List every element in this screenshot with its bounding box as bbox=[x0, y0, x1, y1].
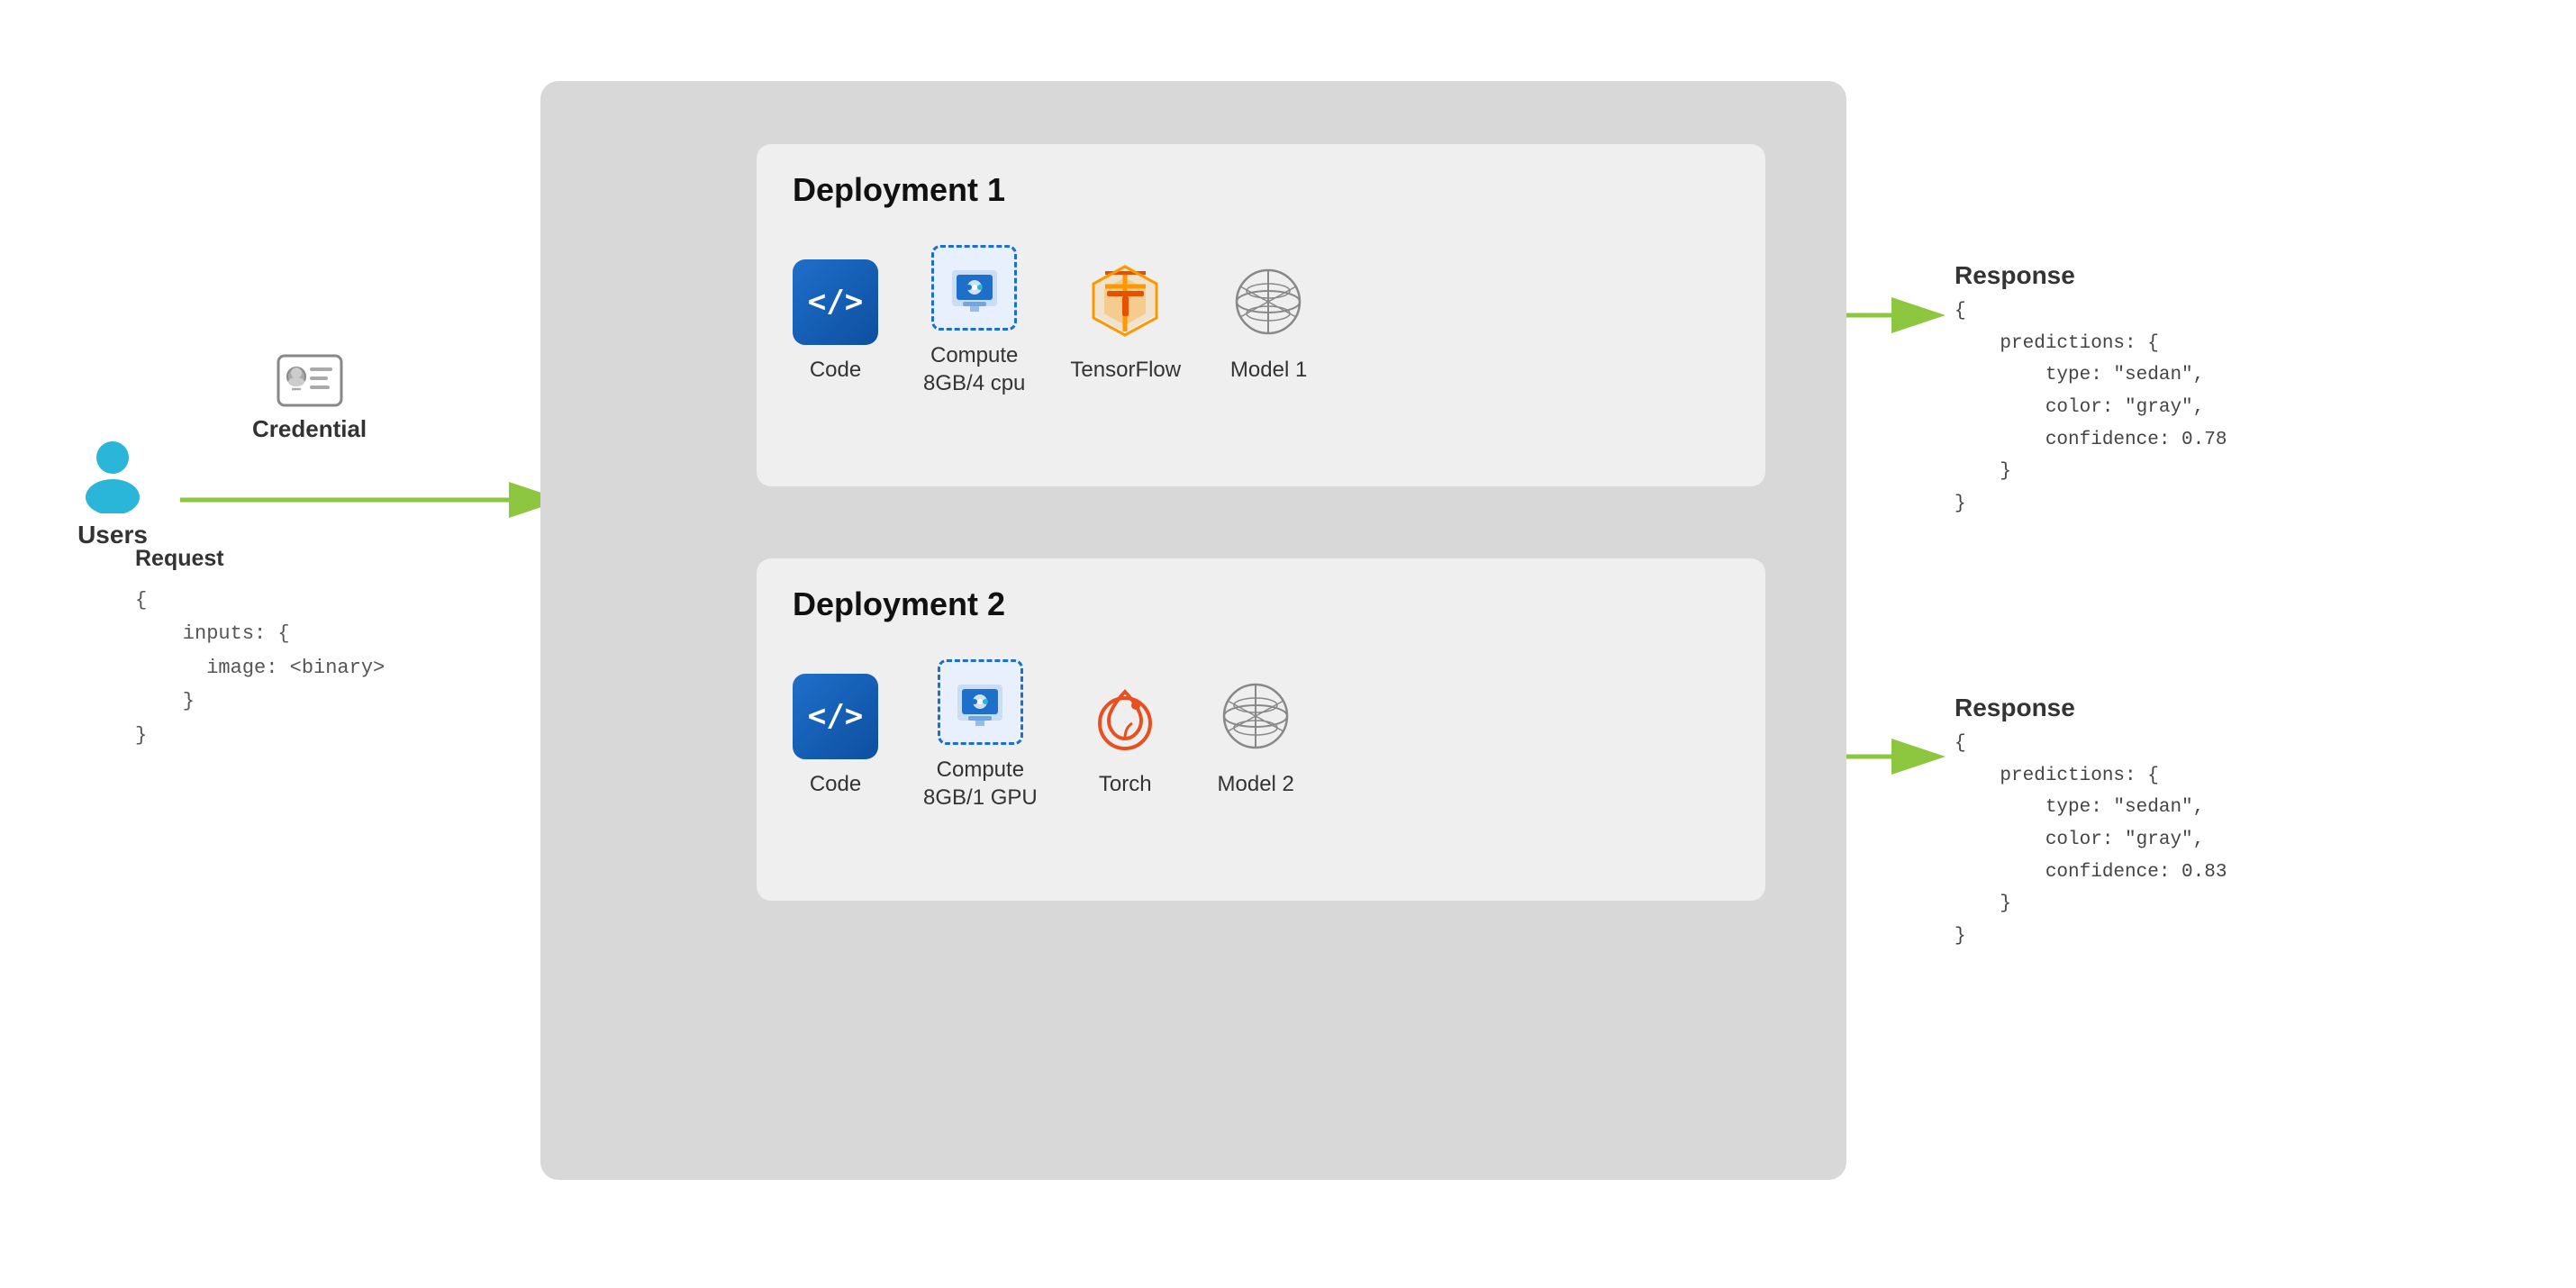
credential-label: Credential bbox=[252, 415, 367, 443]
response-2-code: { predictions: { type: "sedan", color: "… bbox=[1955, 728, 2227, 953]
response-1-code: { predictions: { type: "sedan", color: "… bbox=[1955, 295, 2227, 521]
deployment-1-model-item: Model 1 bbox=[1226, 259, 1311, 384]
credential-box: Credential bbox=[252, 351, 367, 443]
request-text: Request { inputs: { image: <binary> } } bbox=[135, 540, 385, 752]
compute-label-2: Compute8GB/1 GPU bbox=[923, 756, 1038, 812]
compute-svg-1 bbox=[943, 257, 1006, 320]
model1-icon bbox=[1226, 259, 1311, 345]
users-section: Users bbox=[72, 432, 153, 549]
response-2-title: Response bbox=[1955, 694, 2227, 722]
compute-icon-2 bbox=[938, 659, 1023, 745]
response-1-title: Response bbox=[1955, 261, 2227, 290]
response-1-section: Response { predictions: { type: "sedan",… bbox=[1955, 261, 2227, 521]
model2-label: Model 2 bbox=[1218, 770, 1294, 798]
request-title: Request bbox=[135, 540, 385, 576]
pytorch-icon bbox=[1083, 674, 1168, 759]
code-label-2: Code bbox=[810, 770, 861, 798]
deployment-1-box: Deployment 1 </> Code bbox=[757, 144, 1765, 486]
user-icon bbox=[72, 432, 153, 513]
deployment-2-icons: </> Code bbox=[793, 650, 1729, 812]
deployment-2-box: Deployment 2 </> Code bbox=[757, 558, 1765, 901]
model1-label: Model 1 bbox=[1230, 356, 1307, 384]
deployment-area: Deployment 1 </> Code bbox=[540, 81, 1846, 1180]
tensorflow-label: TensorFlow bbox=[1070, 356, 1181, 384]
code-icon-2: </> bbox=[793, 674, 878, 759]
diagram-container: Users Credential Request { inputs: { ima… bbox=[0, 0, 2576, 1288]
deployment-2-torch-item: Torch bbox=[1083, 674, 1168, 798]
credential-icon bbox=[274, 351, 346, 410]
deployment-1-compute-item: Compute8GB/4 cpu bbox=[923, 245, 1025, 397]
request-code: { inputs: { image: <binary> } } bbox=[135, 584, 385, 752]
tensorflow-icon bbox=[1083, 259, 1168, 345]
deployment-1-code-item: </> Code bbox=[793, 259, 878, 384]
deployment-2-model-item: Model 2 bbox=[1213, 674, 1299, 798]
compute-label-1: Compute8GB/4 cpu bbox=[923, 341, 1025, 397]
model2-icon bbox=[1213, 674, 1299, 759]
response-2-section: Response { predictions: { type: "sedan",… bbox=[1955, 694, 2227, 953]
deployment-2-title: Deployment 2 bbox=[793, 585, 1729, 623]
deployment-2-code-item: </> Code bbox=[793, 674, 878, 798]
deployment-1-title: Deployment 1 bbox=[793, 171, 1729, 209]
deployment-1-icons: </> Code bbox=[793, 236, 1729, 397]
code-label-1: Code bbox=[810, 356, 861, 384]
code-icon-1: </> bbox=[793, 259, 878, 345]
compute-icon-1 bbox=[931, 245, 1017, 331]
torch-label: Torch bbox=[1099, 770, 1152, 798]
compute-svg-2 bbox=[948, 671, 1011, 734]
deployment-1-tf-item: TensorFlow bbox=[1070, 259, 1181, 384]
deployment-2-compute-item: Compute8GB/1 GPU bbox=[923, 659, 1038, 812]
